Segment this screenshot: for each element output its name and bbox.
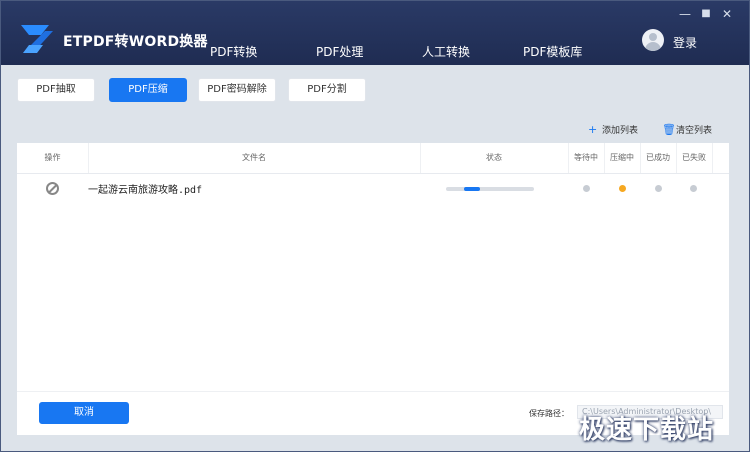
nav-tab-pdf-convert[interactable]: PDF转换: [210, 43, 257, 60]
header-waiting: 等待中: [574, 153, 598, 162]
header-success: 已成功: [646, 153, 670, 162]
header-status: 状态: [486, 153, 502, 162]
nav-tab-manual-convert[interactable]: 人工转换: [422, 43, 470, 60]
minimize-icon[interactable]: —: [678, 7, 692, 21]
subtab-pdf-compress[interactable]: PDF压缩: [109, 78, 187, 102]
footer-separator: [17, 391, 729, 392]
progress-fill: [464, 187, 480, 191]
user-avatar-icon[interactable]: [642, 29, 664, 51]
subtab-pdf-password-remove[interactable]: PDF密码解除: [198, 78, 276, 102]
file-name: 一起游云南旅游攻略.pdf: [88, 185, 203, 196]
add-list-button[interactable]: + 添加列表: [588, 123, 638, 136]
header-divider: [712, 143, 713, 173]
cancel-file-icon[interactable]: [46, 182, 59, 195]
trash-icon: 🗑: [662, 123, 676, 136]
status-dot-compressing: [619, 185, 626, 192]
subtab-pdf-split[interactable]: PDF分割: [288, 78, 366, 102]
file-table: 操作 文件名 状态 等待中 压缩中 已成功 已失败 一起游云南旅游攻略.pdf: [17, 143, 729, 435]
avatar-head: [649, 33, 657, 41]
app-title: ETPDF转WORD换器: [63, 34, 208, 50]
save-path-label: 保存路径：: [529, 409, 569, 418]
app-window: ETPDF转WORD换器 PDF转换 PDF处理 人工转换 PDF模板库 — ■…: [0, 0, 750, 452]
header-compressing: 压缩中: [610, 153, 634, 162]
status-dot-success: [655, 185, 662, 192]
watermark-text: 极速下载站: [579, 415, 715, 445]
cancel-button[interactable]: 取消: [39, 402, 129, 424]
subtab-pdf-extract[interactable]: PDF抽取: [17, 78, 95, 102]
app-logo-icon: [21, 25, 53, 53]
login-link[interactable]: 登录: [673, 34, 697, 51]
status-dot-waiting: [583, 185, 590, 192]
header-failed: 已失败: [682, 153, 706, 162]
nav-tab-pdf-templates[interactable]: PDF模板库: [523, 43, 582, 60]
status-dot-failed: [690, 185, 697, 192]
nav-tab-pdf-process[interactable]: PDF处理: [307, 43, 372, 69]
header-filename: 文件名: [242, 153, 266, 162]
close-icon[interactable]: ✕: [720, 7, 734, 21]
add-list-label: 添加列表: [602, 126, 639, 136]
main-content: PDF抽取 PDF压缩 PDF密码解除 PDF分割 + 添加列表 🗑清空列表 操作…: [1, 65, 749, 451]
title-bar: ETPDF转WORD换器 PDF转换 PDF处理 人工转换 PDF模板库 — ■…: [1, 1, 749, 69]
compress-progress-bar: [446, 187, 534, 191]
clear-list-button[interactable]: 🗑清空列表: [662, 123, 712, 136]
plus-icon: +: [588, 123, 598, 136]
table-row: 一起游云南旅游攻略.pdf: [17, 174, 729, 202]
maximize-icon[interactable]: ■: [699, 7, 713, 21]
clear-list-label: 清空列表: [676, 126, 713, 136]
avatar-body: [645, 42, 661, 51]
header-op: 操作: [44, 153, 61, 162]
